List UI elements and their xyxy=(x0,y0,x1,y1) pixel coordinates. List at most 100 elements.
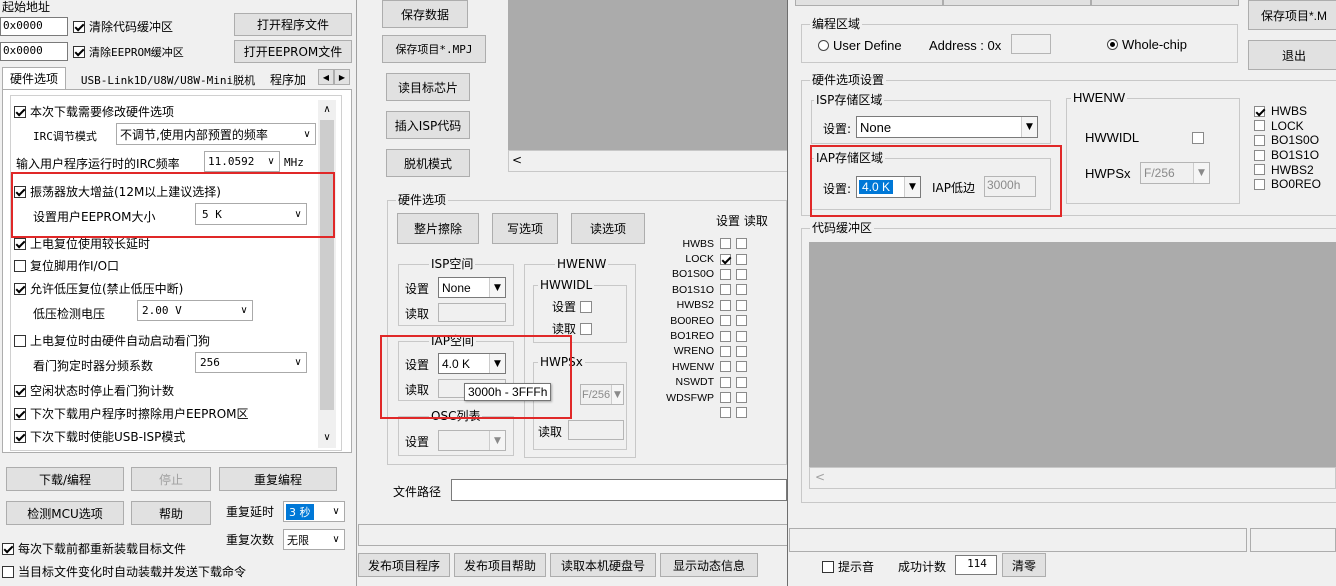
offline-mode-button[interactable]: 脱机模式 xyxy=(386,149,470,177)
clear-code-buffer-checkbox[interactable]: 清除代码缓冲区 xyxy=(73,18,173,35)
address-input[interactable] xyxy=(1011,34,1051,54)
flag-row-right[interactable]: HWBS xyxy=(1254,104,1336,119)
osc-set-select[interactable]: ▼ xyxy=(438,430,506,451)
flag-read-checkbox[interactable] xyxy=(736,268,747,280)
hwwidl-set-checkbox[interactable]: 设置 xyxy=(552,298,593,315)
modify-hw-checkbox[interactable]: 本次下载需要修改硬件选项 xyxy=(14,103,174,120)
low-volt-reset-checkbox[interactable]: 允许低压复位(禁止低压中断) xyxy=(14,280,183,297)
flag-read-checkbox[interactable] xyxy=(736,315,747,327)
tab-hardware-options[interactable]: 硬件选项 xyxy=(2,67,66,89)
low-volt-select[interactable]: 2.00 V ∨ xyxy=(137,300,253,321)
exit-button[interactable]: 退出 xyxy=(1248,40,1336,70)
wdt-auto-checkbox[interactable]: 上电复位时由硬件自动启动看门狗 xyxy=(14,332,210,349)
flag-set-checkbox[interactable] xyxy=(720,392,731,404)
idle-wdt-checkbox[interactable]: 空闲状态时停止看门狗计数 xyxy=(14,382,174,399)
flag-row-right[interactable]: BO1S1O xyxy=(1254,148,1336,163)
flag-set-checkbox[interactable] xyxy=(720,284,731,296)
flag-row-right[interactable]: BO1S0O xyxy=(1254,133,1336,148)
flag-set-checkbox[interactable] xyxy=(720,330,731,342)
flag-set-checkbox[interactable] xyxy=(720,253,731,265)
flag-read-checkbox[interactable] xyxy=(736,299,747,311)
reload-each-checkbox[interactable]: 每次下载前都重新装载目标文件 xyxy=(2,540,186,557)
user-define-radio[interactable]: User Define xyxy=(818,38,902,53)
hwpsx-select-right[interactable]: F/256 ▼ xyxy=(1140,162,1210,184)
write-options-button[interactable]: 写选项 xyxy=(492,213,558,244)
retry-delay-select[interactable]: 3 秒 ∨ xyxy=(283,501,345,522)
help-button[interactable]: 帮助 xyxy=(131,501,211,525)
usb-isp-checkbox[interactable]: 下次下载时使能USB-ISP模式 xyxy=(14,428,185,445)
flag-read-checkbox[interactable] xyxy=(736,284,747,296)
isp-set-select[interactable]: None ▼ xyxy=(438,277,506,298)
flag-row-right[interactable]: HWBS2 xyxy=(1254,162,1336,177)
tab-scroll-left-icon[interactable]: ◀ xyxy=(318,69,334,85)
retry-count-select[interactable]: 无限 ∨ xyxy=(283,529,345,550)
flag-set-checkbox[interactable] xyxy=(720,376,731,388)
read-disk-button[interactable]: 读取本机硬盘号 xyxy=(550,553,656,577)
flag-set-checkbox[interactable] xyxy=(720,361,731,373)
start-address-input[interactable]: 0x0000 xyxy=(0,17,68,36)
flag-read-checkbox[interactable] xyxy=(736,253,747,265)
flag-set-checkbox[interactable] xyxy=(720,268,731,280)
wdt-div-select[interactable]: 256 ∨ xyxy=(195,352,307,373)
top-button-3[interactable] xyxy=(1091,0,1239,6)
flag-read-checkbox[interactable] xyxy=(736,361,747,373)
download-button[interactable]: 下载/编程 xyxy=(6,467,124,491)
clear-count-button[interactable]: 清零 xyxy=(1002,553,1046,577)
flag-set-checkbox[interactable] xyxy=(720,238,731,250)
tab-scroll-right-icon[interactable]: ▶ xyxy=(334,69,350,85)
whole-chip-radio[interactable]: Whole-chip xyxy=(1107,37,1187,52)
scroll-left-icon[interactable]: < xyxy=(512,153,522,167)
irc-mode-select[interactable]: 不调节,使用内部预置的频率 ∨ xyxy=(116,123,316,145)
flag-set-checkbox[interactable] xyxy=(720,315,731,327)
erase-eeprom-checkbox[interactable]: 下次下载用户程序时擦除用户EEPROM区 xyxy=(14,405,249,422)
flag-set-checkbox[interactable] xyxy=(720,299,731,311)
flag-read-checkbox[interactable] xyxy=(736,392,747,404)
publish-help-button[interactable]: 发布项目帮助 xyxy=(454,553,546,577)
horizontal-scrollbar[interactable] xyxy=(508,150,790,172)
save-project-button-right[interactable]: 保存项目*.M xyxy=(1248,0,1336,30)
flag-row-right[interactable]: LOCK xyxy=(1254,119,1336,134)
tab-program-add[interactable]: 程序加 xyxy=(270,70,318,89)
erase-chip-button[interactable]: 整片擦除 xyxy=(397,213,479,244)
hwwidl-checkbox[interactable] xyxy=(1192,130,1204,144)
flag-read-checkbox[interactable] xyxy=(736,345,747,357)
insert-isp-button[interactable]: 插入ISP代码 xyxy=(386,111,470,139)
scrollbar-thumb[interactable] xyxy=(320,120,334,410)
flag-set-checkbox[interactable] xyxy=(720,345,731,357)
file-path-input[interactable] xyxy=(451,479,787,501)
hw-options-title: 硬件选项 xyxy=(396,193,449,207)
scroll-left-icon[interactable]: < xyxy=(815,470,825,484)
hwpsx-select[interactable]: F/256 ▼ xyxy=(580,384,624,405)
open-eeprom-button[interactable]: 打开EEPROM文件 xyxy=(234,40,352,63)
eeprom-address-input[interactable]: 0x0000 xyxy=(0,42,68,61)
flag-read-checkbox[interactable] xyxy=(736,238,747,250)
flag-row-right[interactable]: BO0REO xyxy=(1254,177,1336,192)
checkbox-icon xyxy=(1254,178,1265,190)
code-buffer-scrollbar[interactable] xyxy=(809,467,1336,489)
open-program-button[interactable]: 打开程序文件 xyxy=(234,13,352,36)
clear-eeprom-checkbox[interactable]: 清除EEPROM缓冲区 xyxy=(73,44,184,60)
scroll-down-icon[interactable]: ∨ xyxy=(320,430,334,444)
isp-area-select[interactable]: None ▼ xyxy=(856,116,1038,138)
auto-send-checkbox[interactable]: 当目标文件变化时自动装载并发送下载命令 xyxy=(2,563,246,580)
save-project-button[interactable]: 保存项目*.MPJ xyxy=(382,35,486,63)
publish-program-button[interactable]: 发布项目程序 xyxy=(358,553,450,577)
tab-usb-link[interactable]: USB-Link1D/U8W/U8W-Mini脱机 xyxy=(70,70,266,89)
flag-read-checkbox[interactable] xyxy=(736,330,747,342)
beep-checkbox[interactable]: 提示音 xyxy=(822,558,874,575)
irc-freq-select[interactable]: 11.0592 ∨ xyxy=(204,151,280,172)
top-button-2[interactable] xyxy=(943,0,1091,6)
reprogram-button[interactable]: 重复编程 xyxy=(219,467,337,491)
flag-set-checkbox[interactable] xyxy=(720,407,731,419)
stop-button[interactable]: 停止 xyxy=(131,467,211,491)
read-options-button[interactable]: 读选项 xyxy=(571,213,645,244)
check-mcu-button[interactable]: 检测MCU选项 xyxy=(6,501,124,525)
show-dynamic-button[interactable]: 显示动态信息 xyxy=(660,553,758,577)
save-data-button[interactable]: 保存数据 xyxy=(382,0,468,28)
flag-read-checkbox[interactable] xyxy=(736,407,747,419)
scroll-up-icon[interactable]: ∧ xyxy=(320,102,334,116)
reset-pin-checkbox[interactable]: 复位脚用作I/O口 xyxy=(14,257,119,274)
top-button-1[interactable] xyxy=(795,0,943,6)
flag-read-checkbox[interactable] xyxy=(736,376,747,388)
read-target-button[interactable]: 读目标芯片 xyxy=(386,73,470,101)
